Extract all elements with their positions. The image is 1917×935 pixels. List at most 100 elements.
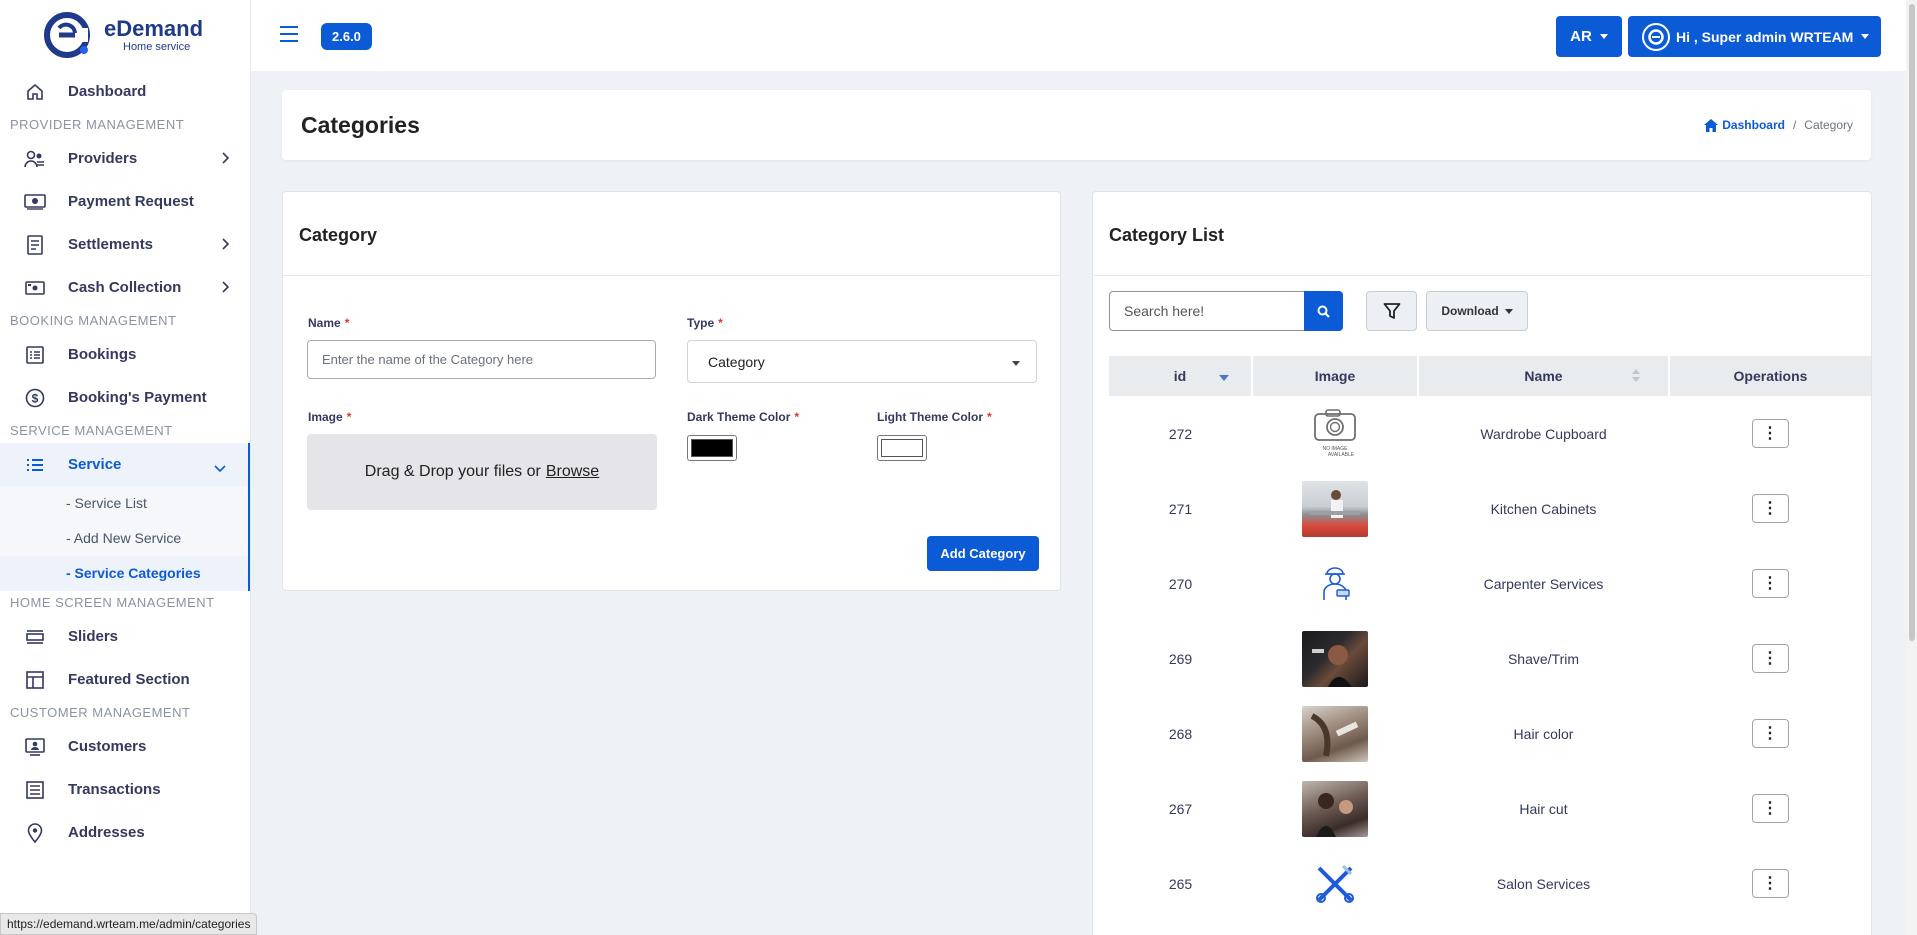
cell-image: [1252, 471, 1418, 546]
hamburger-menu-icon[interactable]: [280, 26, 298, 47]
sidebar-item-label: Service: [68, 456, 122, 473]
dark-theme-color-picker[interactable]: [687, 435, 737, 461]
browse-link[interactable]: Browse: [546, 463, 599, 481]
cell-operations: ⋮: [1669, 471, 1871, 546]
sidebar-item-label: Sliders: [68, 628, 119, 645]
page-title: Categories: [301, 112, 420, 138]
sidebar-item-label: Featured Section: [68, 671, 190, 688]
sidebar-item-label: Payment Request: [68, 193, 194, 210]
sidebar-item-addresses[interactable]: Addresses: [0, 811, 250, 854]
brand-subtitle: Home service: [123, 41, 191, 53]
kebab-menu-icon: ⋮: [1762, 574, 1778, 592]
sidebar-item-settlements[interactable]: Settlements: [0, 223, 250, 266]
edemand-logo-icon: [44, 12, 90, 58]
sort-icon: [1632, 369, 1642, 383]
cell-name: Kitchen Cabinets: [1490, 500, 1597, 517]
cell-id: 270: [1168, 575, 1193, 592]
location-pin-icon: [24, 822, 46, 844]
add-category-button[interactable]: Add Category: [927, 536, 1039, 571]
sidebar-item-sliders[interactable]: Sliders: [0, 615, 250, 658]
search-group: [1109, 291, 1343, 331]
search-input[interactable]: [1109, 291, 1304, 331]
home-icon: [1704, 118, 1719, 132]
column-header-name[interactable]: Name: [1418, 356, 1670, 396]
download-dropdown-button[interactable]: Download: [1426, 291, 1528, 331]
kebab-menu-icon: ⋮: [1762, 799, 1778, 817]
row-actions-button[interactable]: ⋮: [1751, 419, 1789, 448]
caret-down-icon: [1504, 308, 1513, 314]
sidebar-item-transactions[interactable]: Transactions: [0, 768, 250, 811]
no-image-placeholder-icon: NO IMAGE AVAILABLE: [1302, 406, 1368, 462]
search-icon: [1317, 305, 1330, 318]
users-icon: [24, 148, 46, 170]
cell-name: Salon Services: [1496, 875, 1591, 892]
page-scrollbar[interactable]: [1906, 0, 1917, 935]
page-header: Categories Dashboard / Category: [282, 90, 1871, 160]
chevron-right-icon: [222, 151, 230, 168]
cell-name: Shave/Trim: [1507, 650, 1580, 667]
column-header-operations: Operations: [1669, 356, 1871, 396]
table-row: 265 Salon Services ⋮: [1109, 846, 1871, 921]
cell-name: Hair cut: [1519, 800, 1568, 817]
sidebar-item-label: Cash Collection: [68, 279, 182, 296]
user-menu-button[interactable]: Hi , Super admin WRTEAM: [1628, 16, 1881, 57]
category-form-card: Category Name* Type* Category Image* Dra…: [282, 191, 1061, 591]
sidebar-item-dashboard[interactable]: Dashboard: [0, 70, 250, 113]
row-actions-button[interactable]: ⋮: [1751, 494, 1789, 523]
sidebar-subitem-add-new-service[interactable]: - Add New Service: [0, 521, 248, 556]
cell-name: Carpenter Services: [1483, 575, 1604, 592]
user-greeting: Hi , Super admin WRTEAM: [1676, 28, 1854, 45]
cell-id: 265: [1168, 875, 1193, 892]
column-header-id[interactable]: id: [1109, 356, 1253, 396]
sidebar-item-customers[interactable]: Customers: [0, 725, 250, 768]
sidebar-item-label: Dashboard: [68, 83, 147, 100]
table-row: 271 Kitchen Cabinets ⋮: [1109, 471, 1871, 546]
menu-section-home-screen: HOME SCREEN MANAGEMENT: [10, 595, 215, 610]
type-label: Type *: [687, 316, 723, 330]
sidebar-item-label: Addresses: [68, 824, 145, 841]
row-actions-button[interactable]: ⋮: [1751, 869, 1789, 898]
slider-icon: [24, 626, 46, 648]
kebab-menu-icon: ⋮: [1762, 649, 1778, 667]
sidebar-subitem-service-list[interactable]: - Service List: [0, 486, 248, 521]
row-actions-button[interactable]: ⋮: [1751, 644, 1789, 673]
cell-name: Hair color: [1513, 725, 1574, 742]
brand-title: eDemand: [104, 16, 204, 41]
row-actions-button[interactable]: ⋮: [1751, 794, 1789, 823]
user-board-icon: [24, 736, 46, 758]
cell-operations: ⋮: [1669, 546, 1871, 621]
list-icon: [24, 454, 46, 476]
sidebar-item-service[interactable]: Service: [0, 443, 250, 486]
hair-color-photo-thumbnail: [1302, 705, 1368, 762]
breadcrumb-separator: /: [1792, 118, 1797, 132]
category-name-input[interactable]: [307, 340, 656, 379]
language-dropdown-button[interactable]: AR: [1556, 16, 1622, 57]
menu-section-customer: CUSTOMER MANAGEMENT: [10, 705, 191, 720]
light-theme-color-picker[interactable]: [877, 435, 927, 461]
cell-operations: ⋮: [1669, 846, 1871, 921]
chevron-right-icon: [222, 280, 230, 297]
breadcrumb-dashboard-link[interactable]: Dashboard: [1704, 118, 1785, 132]
sidebar-item-payment-request[interactable]: Payment Request: [0, 180, 250, 223]
table-row: 270 Carpenter Services ⋮: [1109, 546, 1871, 621]
table-row: 269 Shave/Trim ⋮: [1109, 621, 1871, 696]
filter-button[interactable]: [1366, 291, 1417, 331]
sidebar-subitem-service-categories[interactable]: - Service Categories: [0, 556, 248, 591]
brand[interactable]: eDemand Home service: [0, 0, 250, 70]
cell-id: 268: [1168, 725, 1193, 742]
sidebar-item-providers[interactable]: Providers: [0, 137, 250, 180]
row-actions-button[interactable]: ⋮: [1751, 569, 1789, 598]
sidebar-item-bookings[interactable]: Bookings: [0, 333, 250, 376]
image-dropzone[interactable]: Drag & Drop your files or Browse: [307, 434, 657, 510]
breadcrumb-current: Category: [1804, 118, 1853, 132]
type-select[interactable]: Category: [687, 340, 1037, 383]
sidebar-item-bookings-payment[interactable]: $ Booking's Payment: [0, 376, 250, 419]
chevron-right-icon: [222, 237, 230, 254]
sidebar-item-label: Bookings: [68, 346, 137, 363]
image-label: Image *: [308, 410, 352, 424]
sidebar-item-featured-section[interactable]: Featured Section: [0, 658, 250, 701]
row-actions-button[interactable]: ⋮: [1751, 719, 1789, 748]
category-list-card: Category List Download id Image Name Ope…: [1092, 191, 1872, 935]
sidebar-item-cash-collection[interactable]: Cash Collection: [0, 266, 250, 309]
search-button[interactable]: [1304, 291, 1343, 331]
